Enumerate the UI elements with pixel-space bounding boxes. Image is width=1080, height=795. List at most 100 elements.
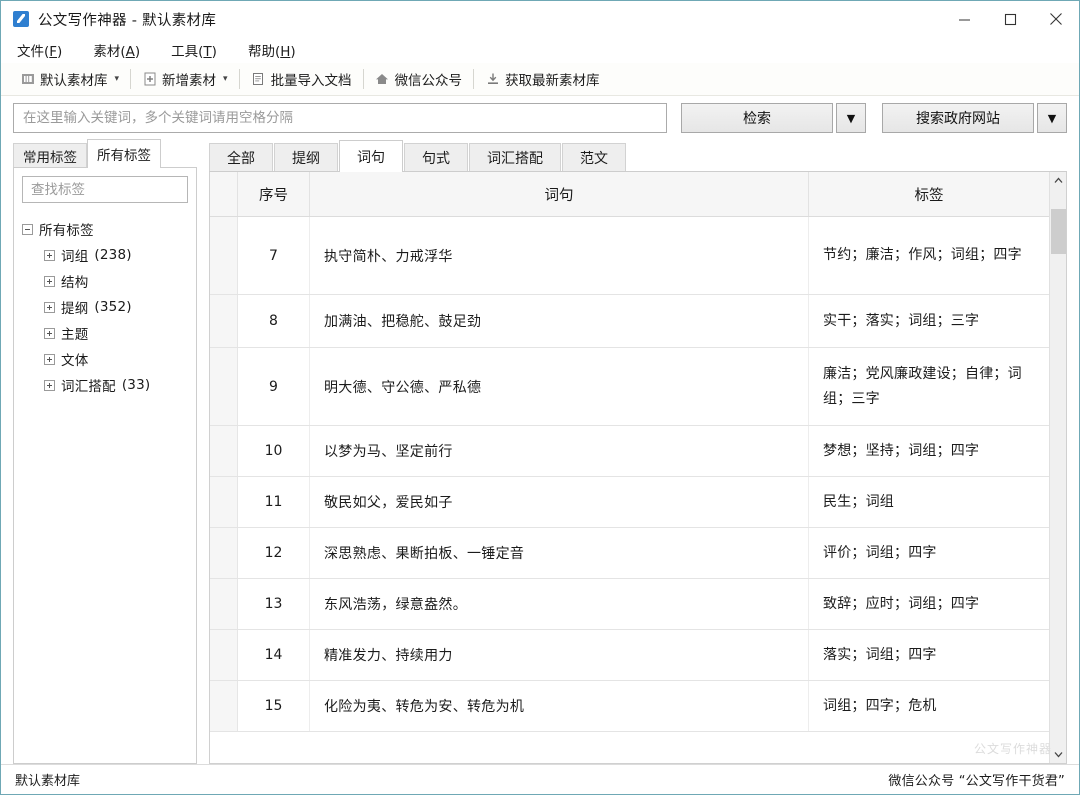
- row-selector[interactable]: [210, 528, 238, 578]
- row-selector[interactable]: [210, 681, 238, 731]
- tree-node-structure[interactable]: 结构: [22, 268, 188, 294]
- menu-help[interactable]: 帮助(H): [246, 38, 309, 62]
- row-selector[interactable]: [210, 295, 238, 347]
- data-grid: 序号 词句 标签 7 执守简朴、力戒浮华 节约；廉洁；作风；词组；四字 8 加满…: [210, 172, 1049, 763]
- row-selector[interactable]: [210, 579, 238, 629]
- row-tags: 民生；词组: [823, 493, 894, 510]
- header-column-tags[interactable]: 标签: [809, 172, 1049, 216]
- menu-file[interactable]: 文件(F): [15, 38, 75, 62]
- row-tags: 梦想；坚持；词组；四字: [823, 442, 980, 459]
- header-select-all[interactable]: [210, 172, 238, 216]
- maximize-button[interactable]: [987, 1, 1033, 37]
- toolbar-default-library[interactable]: 默认素材库 ▾: [13, 67, 126, 92]
- row-tags: 词组；四字；危机: [823, 697, 937, 714]
- row-selector[interactable]: [210, 630, 238, 680]
- tab-all[interactable]: 全部: [209, 143, 273, 171]
- table-row[interactable]: 11 敬民如父，爱民如子 民生；词组: [210, 477, 1049, 528]
- toolbar-wechat-account[interactable]: 微信公众号: [368, 67, 470, 92]
- chevron-down-icon[interactable]: ▾: [223, 74, 228, 84]
- expand-icon[interactable]: [44, 275, 55, 287]
- tree-node-count: (352): [94, 299, 132, 315]
- close-button[interactable]: [1033, 1, 1079, 37]
- toolbar-label: 获取最新素材库: [505, 73, 600, 89]
- row-no: 14: [238, 630, 310, 680]
- collapse-icon[interactable]: [22, 223, 33, 235]
- row-tags: 落实；词组；四字: [823, 646, 937, 663]
- menu-tools[interactable]: 工具(T): [169, 38, 230, 62]
- row-selector[interactable]: [210, 217, 238, 294]
- row-tags: 实干；落实；词组；三字: [823, 312, 980, 329]
- tab-phrases[interactable]: 词句: [339, 140, 403, 172]
- header-column-phrase[interactable]: 词句: [310, 172, 809, 216]
- row-tags: 节约；廉洁；作风；词组；四字: [823, 247, 1022, 264]
- tag-panel-tabs: 常用标签 所有标签: [13, 139, 197, 168]
- batch-import-icon: [251, 72, 266, 87]
- tree-node-collocation[interactable]: 词汇搭配 (33): [22, 372, 188, 398]
- row-phrase: 敬民如父，爱民如子: [310, 477, 809, 527]
- table-row[interactable]: 9 明大德、守公德、严私德 廉洁；党风廉政建设；自律；词组；三字: [210, 348, 1049, 426]
- tag-panel: 常用标签 所有标签 所有标签 词组 (238): [13, 139, 197, 764]
- search-button[interactable]: 检索: [681, 103, 833, 133]
- row-phrase: 明大德、守公德、严私德: [310, 348, 809, 425]
- tree-node-label: 提纲: [61, 301, 89, 317]
- table-row[interactable]: 12 深思熟虑、果断拍板、一锤定音 评价；词组；四字: [210, 528, 1049, 579]
- gov-search-button[interactable]: 搜索政府网站: [882, 103, 1034, 133]
- tree-node-theme[interactable]: 主题: [22, 320, 188, 346]
- tag-search-input[interactable]: [22, 176, 188, 203]
- row-selector[interactable]: [210, 477, 238, 527]
- row-phrase: 加满油、把稳舵、鼓足劲: [310, 295, 809, 347]
- status-right-text: 微信公众号 “公文写作干货君”: [888, 774, 1065, 789]
- tab-common-tags[interactable]: 常用标签: [13, 143, 87, 168]
- expand-icon[interactable]: [44, 379, 55, 391]
- tree-node-phrases[interactable]: 词组 (238): [22, 242, 188, 268]
- row-selector[interactable]: [210, 348, 238, 425]
- application-window: 公文写作神器 - 默认素材库 文件(F) 素材(A) 工具(T) 帮助(H) 默…: [0, 0, 1080, 795]
- table-row[interactable]: 14 精准发力、持续用力 落实；词组；四字: [210, 630, 1049, 681]
- tab-sentence-patterns[interactable]: 句式: [404, 143, 468, 171]
- tree-node-label: 主题: [61, 327, 89, 343]
- tag-tree: 所有标签 词组 (238) 结构 提纲 (352) 主题 文体 词汇搭配 (33…: [22, 216, 188, 398]
- scrollbar-track[interactable]: [1050, 189, 1067, 746]
- search-dropdown-button[interactable]: ▼: [836, 103, 866, 133]
- menu-material[interactable]: 素材(A): [91, 38, 153, 62]
- expand-icon[interactable]: [44, 353, 55, 365]
- scroll-down-icon[interactable]: [1050, 746, 1067, 763]
- tree-node-label: 结构: [61, 275, 89, 291]
- search-input[interactable]: [13, 103, 667, 133]
- tree-node-label: 所有标签: [39, 223, 94, 239]
- minimize-button[interactable]: [941, 1, 987, 37]
- tree-node-style[interactable]: 文体: [22, 346, 188, 372]
- expand-icon[interactable]: [44, 301, 55, 313]
- tab-collocations[interactable]: 词汇搭配: [469, 143, 561, 171]
- table-row[interactable]: 10 以梦为马、坚定前行 梦想；坚持；词组；四字: [210, 426, 1049, 477]
- tree-node-outline[interactable]: 提纲 (352): [22, 294, 188, 320]
- row-no: 9: [238, 348, 310, 425]
- tab-sample-essays[interactable]: 范文: [562, 143, 626, 171]
- toolbar-add-material[interactable]: 新增素材 ▾: [135, 67, 235, 92]
- row-phrase: 执守简朴、力戒浮华: [310, 217, 809, 294]
- toolbar-get-latest-library[interactable]: 获取最新素材库: [478, 67, 607, 92]
- gov-search-dropdown-button[interactable]: ▼: [1037, 103, 1067, 133]
- table-row[interactable]: 13 东风浩荡，绿意盎然。 致辞；应时；词组；四字: [210, 579, 1049, 630]
- row-selector[interactable]: [210, 426, 238, 476]
- scroll-up-icon[interactable]: [1050, 172, 1067, 189]
- toolbar-separator: [362, 69, 364, 89]
- table-row[interactable]: 7 执守简朴、力戒浮华 节约；廉洁；作风；词组；四字: [210, 217, 1049, 295]
- gov-search-button-group: 搜索政府网站 ▼: [882, 103, 1067, 133]
- vertical-scrollbar[interactable]: [1049, 172, 1066, 763]
- chevron-down-icon[interactable]: ▾: [115, 74, 120, 84]
- expand-icon[interactable]: [44, 249, 55, 261]
- expand-icon[interactable]: [44, 327, 55, 339]
- data-grid-container: 序号 词句 标签 7 执守简朴、力戒浮华 节约；廉洁；作风；词组；四字 8 加满…: [209, 172, 1067, 764]
- tab-all-tags[interactable]: 所有标签: [87, 139, 161, 168]
- table-row[interactable]: 8 加满油、把稳舵、鼓足劲 实干；落实；词组；三字: [210, 295, 1049, 348]
- scrollbar-thumb[interactable]: [1050, 209, 1066, 254]
- table-row[interactable]: 15 化险为夷、转危为安、转危为机 词组；四字；危机: [210, 681, 1049, 732]
- tab-outline[interactable]: 提纲: [274, 143, 338, 171]
- row-no: 15: [238, 681, 310, 731]
- toolbar-batch-import[interactable]: 批量导入文档: [244, 67, 359, 92]
- header-column-no[interactable]: 序号: [238, 172, 310, 216]
- row-tags: 致辞；应时；词组；四字: [823, 595, 980, 612]
- tree-node-root[interactable]: 所有标签: [22, 216, 188, 242]
- toolbar-separator: [238, 69, 240, 89]
